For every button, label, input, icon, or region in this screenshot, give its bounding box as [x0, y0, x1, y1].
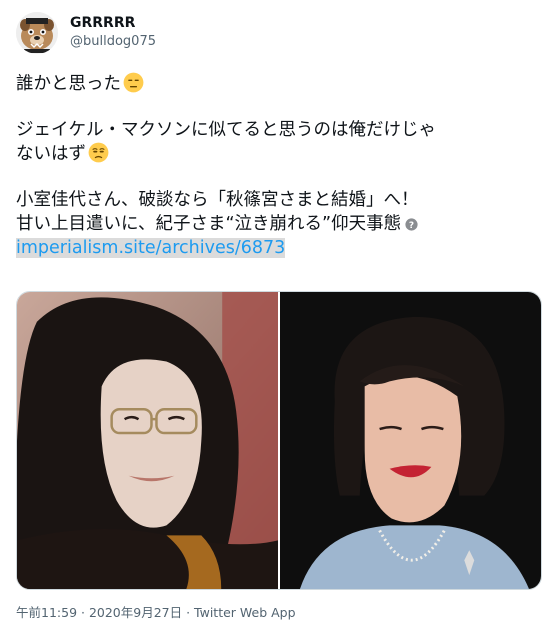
tweet-line: 小室佳代さん、破談なら「秋篠宮さまと結婚」へ！	[16, 188, 542, 212]
svg-text:?: ?	[409, 221, 414, 231]
author-display-name[interactable]: GRRRRR	[70, 14, 135, 32]
tweet-line: 誰かと思った	[16, 72, 542, 96]
bulldog-avatar-icon[interactable]	[16, 12, 58, 54]
tweet-line: ないはず	[16, 142, 542, 166]
expressionless-face-emoji	[123, 72, 144, 93]
tweet-text: 誰かと思った ジェイケル・マクソンに似てると思うのは俺だけじゃ ないはず 小室佳…	[16, 72, 542, 260]
photo-woman-bob-hair	[280, 292, 541, 589]
tweet-line-text: 誰かと思った	[16, 74, 121, 94]
tweet-line-text: 甘い上目遣いに、紀子さま“泣き崩れる”仰天事態	[16, 214, 402, 234]
tweet-line: ジェイケル・マクソンに似てると思うのは俺だけじゃ	[16, 118, 542, 142]
tweet-media[interactable]	[16, 291, 542, 590]
author-handle[interactable]: @bulldog075	[70, 33, 156, 51]
tweet-card: GRRRRR @bulldog075 誰かと思った ジェイケル・マクソンに似てる…	[0, 0, 558, 635]
photo-man-long-hair	[17, 292, 278, 589]
tweet-link[interactable]: imperialism.site/archives/6873	[16, 238, 286, 258]
unamused-face-emoji	[88, 142, 109, 163]
tweet-line-text: ジェイケル・マクソンに似てると思うのは俺だけじゃ	[16, 120, 436, 140]
tweet-line: imperialism.site/archives/6873	[16, 236, 542, 260]
tweet-line-text: ないはず	[16, 144, 86, 164]
tweet-timestamp[interactable]: 午前11:59 · 2020年9月27日 · Twitter Web App	[16, 604, 296, 622]
media-photo-left[interactable]	[17, 292, 278, 589]
tweet-line-text: 小室佳代さん、破談なら「秋篠宮さまと結婚」へ！	[16, 190, 419, 210]
tweet-line: 甘い上目遣いに、紀子さま“泣き崩れる”仰天事態?	[16, 212, 542, 236]
media-photo-right[interactable]	[278, 292, 541, 589]
question-circle-icon[interactable]: ?	[405, 218, 418, 231]
